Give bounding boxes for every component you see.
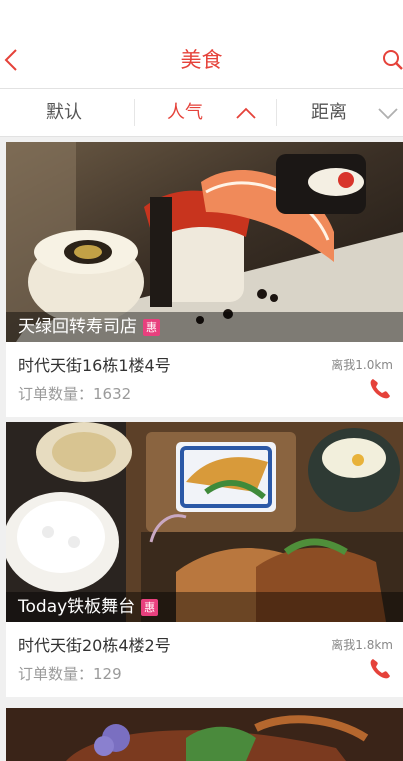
sort-bar: 默认 人气 距离 <box>0 88 403 137</box>
shop-address: 时代天街20栋4楼2号 <box>18 636 171 655</box>
phone-icon[interactable] <box>368 377 392 401</box>
order-count: 订单数量：129 <box>18 665 122 683</box>
shop-card[interactable] <box>6 708 403 761</box>
order-count: 订单数量：1632 <box>18 385 132 403</box>
shop-card[interactable]: Today铁板舞台 惠 时代天街20栋4楼2号 离我1.8km 订单数量：129 <box>6 422 403 697</box>
sort-tab-default-label: 默认 <box>46 102 82 123</box>
sort-tab-popularity[interactable]: 人气 <box>135 89 276 136</box>
shop-distance: 离我1.0km <box>331 358 393 372</box>
page-title: 美食 <box>180 48 223 72</box>
chevron-down-icon <box>377 103 399 127</box>
promo-badge: 惠 <box>143 319 160 336</box>
shop-photo-partial <box>6 708 403 761</box>
promo-badge: 惠 <box>141 599 159 616</box>
sort-tab-distance-label: 距离 <box>311 102 347 123</box>
top-bar: 美食 <box>0 0 403 88</box>
sort-tab-popularity-label: 人气 <box>167 102 203 123</box>
shop-name: Today铁板舞台 <box>18 597 136 617</box>
shop-name-strip: Today铁板舞台 惠 <box>6 592 403 622</box>
shop-card[interactable]: 天绿回转寿司店 惠 时代天街16栋1楼4号 离我1.0km 订单数量：1632 <box>6 142 403 417</box>
shop-address: 时代天街16栋1楼4号 <box>18 356 171 375</box>
shop-distance: 离我1.8km <box>331 638 393 652</box>
shop-name: 天绿回转寿司店 <box>18 317 137 337</box>
sort-tab-distance[interactable]: 距离 <box>277 89 403 136</box>
sort-tab-default[interactable]: 默认 <box>0 89 134 136</box>
phone-icon[interactable] <box>368 657 392 681</box>
search-icon[interactable] <box>379 46 403 74</box>
chevron-up-icon <box>235 103 257 127</box>
shop-name-strip: 天绿回转寿司店 惠 <box>6 312 403 342</box>
